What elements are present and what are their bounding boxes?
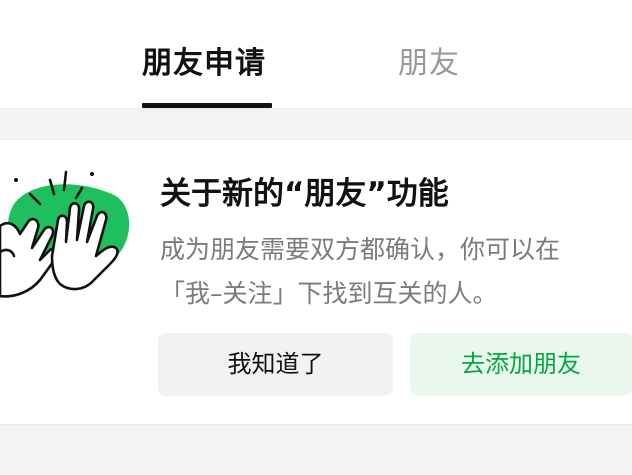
active-tab-indicator <box>142 103 272 108</box>
high-five-hands-icon <box>0 170 130 298</box>
separator-band <box>0 109 632 140</box>
card-description-line-1: 成为朋友需要双方都确认，你可以在 <box>160 235 561 264</box>
add-friends-button[interactable]: 去添加朋友 <box>410 333 632 396</box>
tab-friend-requests[interactable]: 朋友申请 <box>142 44 272 108</box>
got-it-button[interactable]: 我知道了 <box>158 333 393 396</box>
tab-friends[interactable]: 朋友 <box>398 44 468 108</box>
card-description-line-2: 「我–关注」下找到互关的人。 <box>160 279 498 308</box>
card-description: 成为朋友需要双方都确认，你可以在 「我–关注」下找到互关的人。 <box>160 228 630 316</box>
card-title: 关于新的“朋友”功能 <box>160 176 449 212</box>
new-friends-feature-card: 关于新的“朋友”功能 成为朋友需要双方都确认，你可以在 「我–关注」下找到互关的… <box>0 140 632 424</box>
tab-bar: 朋友申请 朋友 <box>0 0 632 109</box>
bottom-separator-band <box>0 424 632 475</box>
